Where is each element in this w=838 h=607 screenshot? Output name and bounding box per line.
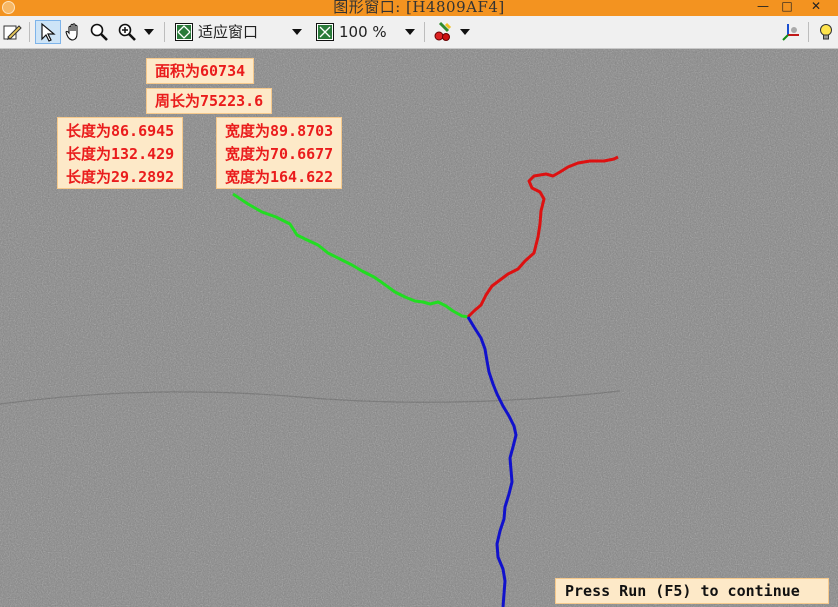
- window-title: 图形窗口: [H4809AF4]: [333, 0, 505, 16]
- color-paint-icon: [434, 21, 452, 41]
- zoom-percent-button[interactable]: [313, 20, 337, 44]
- width-labels: 宽度为89.8703 宽度为70.6677 宽度为164.622: [216, 117, 343, 189]
- zoom-fit-label[interactable]: 适应窗口: [198, 23, 258, 41]
- maximize-button[interactable]: □: [776, 0, 798, 14]
- zoom-percent-icon: [316, 23, 334, 41]
- length-value: 长度为86.6945: [66, 122, 175, 140]
- lightbulb-icon: [820, 24, 832, 40]
- pointer-tool-button[interactable]: [35, 20, 61, 44]
- zoom-percent-dropdown-button[interactable]: [402, 20, 418, 44]
- perimeter-label: 周长为75223.6: [146, 88, 273, 114]
- 3d-axes-icon: [782, 24, 799, 41]
- continue-prompt: Press Run (F5) to continue: [555, 578, 829, 604]
- chevron-down-icon: [292, 29, 302, 35]
- magnify-tool-button[interactable]: [87, 20, 111, 44]
- area-label: 面积为60734: [146, 58, 255, 84]
- chevron-down-icon: [405, 29, 415, 35]
- close-button[interactable]: ✕: [805, 0, 827, 14]
- toolbar-separator: [808, 22, 809, 42]
- crack-branch-red: [466, 155, 619, 319]
- color-dropdown-button[interactable]: [457, 20, 473, 44]
- edit-button[interactable]: [1, 20, 23, 44]
- chevron-down-icon: [144, 29, 154, 35]
- fit-window-icon: [175, 23, 193, 41]
- color-button[interactable]: [430, 20, 456, 44]
- title-bar: 图形窗口: [H4809AF4] — □ ✕: [0, 0, 838, 16]
- zoom-dropdown-button[interactable]: [141, 20, 157, 44]
- help-button[interactable]: [814, 20, 838, 44]
- 3d-view-button[interactable]: [779, 20, 803, 44]
- zoom-percent-value[interactable]: 100 %: [339, 23, 387, 41]
- crack-branch-green: [232, 192, 469, 319]
- length-value: 长度为29.2892: [66, 168, 175, 186]
- toolbar-separator: [29, 22, 30, 42]
- hand-pan-icon: [65, 23, 78, 41]
- toolbar-separator: [424, 22, 425, 42]
- fit-window-button[interactable]: [172, 20, 196, 44]
- toolbar-separator: [164, 22, 165, 42]
- width-value: 宽度为89.8703: [225, 122, 334, 140]
- toolbar: 适应窗口 100 %: [0, 16, 838, 49]
- pan-tool-button[interactable]: [62, 20, 86, 44]
- minimize-button[interactable]: —: [752, 0, 774, 14]
- graphics-canvas[interactable]: 面积为60734 周长为75223.6 长度为86.6945 长度为132.42…: [0, 49, 838, 607]
- length-value: 长度为132.429: [66, 145, 175, 163]
- fit-mode-dropdown-button[interactable]: [289, 20, 305, 44]
- chevron-down-icon: [460, 29, 470, 35]
- edit-icon: [3, 25, 22, 40]
- crack-branch-blue: [466, 316, 518, 607]
- zoom-in-icon: [118, 23, 136, 41]
- zoom-in-button[interactable]: [114, 20, 140, 44]
- pointer-icon: [41, 22, 56, 42]
- magnifier-icon: [90, 23, 108, 41]
- width-value: 宽度为164.622: [225, 168, 334, 186]
- length-labels: 长度为86.6945 长度为132.429 长度为29.2892: [57, 117, 184, 189]
- width-value: 宽度为70.6677: [225, 145, 334, 163]
